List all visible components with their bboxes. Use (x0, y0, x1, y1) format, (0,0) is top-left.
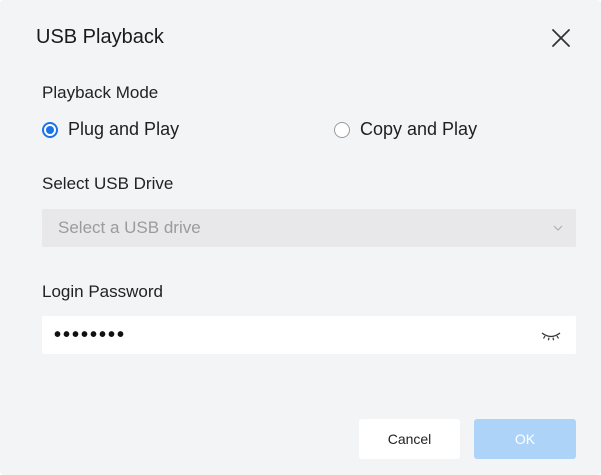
dialog-title: USB Playback (36, 26, 164, 48)
usb-playback-dialog: USB Playback Playback Mode Plug and Play… (0, 0, 601, 475)
chevron-down-icon (553, 225, 563, 231)
radio-label: Copy and Play (360, 119, 478, 139)
radio-copy-and-play[interactable]: Copy and Play (334, 119, 477, 140)
radio-unchecked-icon (334, 121, 350, 138)
select-usb-drive-label: Select USB Drive (42, 174, 174, 193)
cancel-button[interactable]: Cancel (359, 419, 460, 459)
login-password-label: Login Password (42, 282, 163, 301)
usb-drive-placeholder: Select a USB drive (58, 218, 201, 237)
ok-button[interactable]: OK (474, 419, 576, 459)
eye-closed-icon[interactable] (540, 328, 562, 342)
radio-plug-and-play[interactable]: Plug and Play (42, 119, 179, 140)
usb-drive-select[interactable]: Select a USB drive (42, 209, 576, 247)
password-value: •••••••• (54, 323, 127, 346)
password-input[interactable]: •••••••• (42, 316, 576, 354)
playback-mode-label: Playback Mode (42, 83, 159, 102)
radio-label: Plug and Play (68, 119, 180, 139)
radio-checked-icon (42, 121, 58, 138)
close-icon[interactable] (549, 26, 573, 50)
